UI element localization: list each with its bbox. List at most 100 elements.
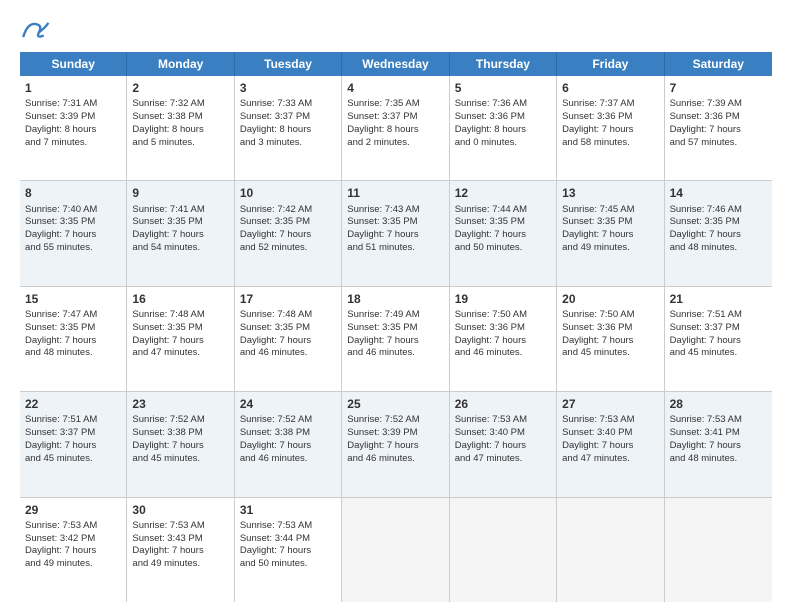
day-info-line-3: Daylight: 7 hours [25,440,121,453]
day-info-line-1: Sunrise: 7:32 AM [132,98,228,111]
day-number: 10 [240,185,336,201]
day-info-line-4: and 47 minutes. [132,347,228,360]
day-info-line-2: Sunset: 3:38 PM [132,111,228,124]
day-info-line-1: Sunrise: 7:51 AM [25,414,121,427]
calendar-day-2: 2Sunrise: 7:32 AMSunset: 3:38 PMDaylight… [127,76,234,180]
day-info-line-2: Sunset: 3:35 PM [25,216,121,229]
day-info-line-1: Sunrise: 7:53 AM [455,414,551,427]
day-info-line-4: and 48 minutes. [25,347,121,360]
day-info-line-3: Daylight: 7 hours [670,229,767,242]
day-info-line-3: Daylight: 7 hours [562,229,658,242]
day-info-line-2: Sunset: 3:35 PM [240,216,336,229]
calendar-day-empty [665,498,772,602]
day-info-line-4: and 0 minutes. [455,137,551,150]
day-info-line-4: and 50 minutes. [240,558,336,571]
day-number: 9 [132,185,228,201]
day-info-line-4: and 48 minutes. [670,453,767,466]
calendar-day-11: 11Sunrise: 7:43 AMSunset: 3:35 PMDayligh… [342,181,449,285]
day-info-line-2: Sunset: 3:42 PM [25,533,121,546]
day-info-line-3: Daylight: 7 hours [25,545,121,558]
day-number: 30 [132,502,228,518]
calendar-week-4: 22Sunrise: 7:51 AMSunset: 3:37 PMDayligh… [20,392,772,497]
day-info-line-4: and 46 minutes. [347,347,443,360]
day-number: 1 [25,80,121,96]
day-info-line-4: and 49 minutes. [132,558,228,571]
day-info-line-4: and 58 minutes. [562,137,658,150]
day-info-line-4: and 46 minutes. [240,453,336,466]
calendar-day-30: 30Sunrise: 7:53 AMSunset: 3:43 PMDayligh… [127,498,234,602]
day-info-line-3: Daylight: 7 hours [455,229,551,242]
day-info-line-2: Sunset: 3:37 PM [347,111,443,124]
day-info-line-1: Sunrise: 7:37 AM [562,98,658,111]
day-info-line-1: Sunrise: 7:52 AM [240,414,336,427]
calendar-day-15: 15Sunrise: 7:47 AMSunset: 3:35 PMDayligh… [20,287,127,391]
calendar-day-21: 21Sunrise: 7:51 AMSunset: 3:37 PMDayligh… [665,287,772,391]
day-info-line-1: Sunrise: 7:33 AM [240,98,336,111]
calendar-day-29: 29Sunrise: 7:53 AMSunset: 3:42 PMDayligh… [20,498,127,602]
day-info-line-2: Sunset: 3:36 PM [670,111,767,124]
day-info-line-3: Daylight: 8 hours [455,124,551,137]
day-info-line-4: and 46 minutes. [455,347,551,360]
day-info-line-3: Daylight: 7 hours [240,440,336,453]
calendar-day-4: 4Sunrise: 7:35 AMSunset: 3:37 PMDaylight… [342,76,449,180]
header-day-wednesday: Wednesday [342,52,449,76]
day-number: 4 [347,80,443,96]
day-info-line-4: and 55 minutes. [25,242,121,255]
day-info-line-2: Sunset: 3:37 PM [240,111,336,124]
day-info-line-2: Sunset: 3:36 PM [562,322,658,335]
calendar-day-20: 20Sunrise: 7:50 AMSunset: 3:36 PMDayligh… [557,287,664,391]
logo [20,18,54,42]
calendar-body: 1Sunrise: 7:31 AMSunset: 3:39 PMDaylight… [20,76,772,602]
day-info-line-1: Sunrise: 7:53 AM [132,520,228,533]
day-number: 20 [562,291,658,307]
day-info-line-1: Sunrise: 7:47 AM [25,309,121,322]
calendar-day-18: 18Sunrise: 7:49 AMSunset: 3:35 PMDayligh… [342,287,449,391]
day-info-line-1: Sunrise: 7:53 AM [25,520,121,533]
day-number: 26 [455,396,551,412]
header-day-tuesday: Tuesday [235,52,342,76]
day-number: 17 [240,291,336,307]
day-number: 16 [132,291,228,307]
day-info-line-2: Sunset: 3:35 PM [670,216,767,229]
day-info-line-3: Daylight: 7 hours [25,335,121,348]
day-info-line-4: and 46 minutes. [347,453,443,466]
day-info-line-4: and 54 minutes. [132,242,228,255]
day-info-line-3: Daylight: 7 hours [240,335,336,348]
day-info-line-2: Sunset: 3:38 PM [240,427,336,440]
day-info-line-4: and 7 minutes. [25,137,121,150]
day-info-line-3: Daylight: 8 hours [132,124,228,137]
day-info-line-2: Sunset: 3:35 PM [562,216,658,229]
day-info-line-1: Sunrise: 7:31 AM [25,98,121,111]
day-info-line-1: Sunrise: 7:46 AM [670,204,767,217]
calendar-day-13: 13Sunrise: 7:45 AMSunset: 3:35 PMDayligh… [557,181,664,285]
day-number: 14 [670,185,767,201]
calendar-week-2: 8Sunrise: 7:40 AMSunset: 3:35 PMDaylight… [20,181,772,286]
calendar-day-14: 14 Sunrise: 7:46 AMSunset: 3:35 PMDayligh… [665,181,772,285]
day-info-line-2: Sunset: 3:44 PM [240,533,336,546]
day-number: 22 [25,396,121,412]
day-info-line-1: Sunrise: 7:52 AM [132,414,228,427]
page: SundayMondayTuesdayWednesdayThursdayFrid… [0,0,792,612]
day-info-line-4: and 47 minutes. [455,453,551,466]
day-info-line-3: Daylight: 7 hours [455,335,551,348]
day-info-line-1: Sunrise: 7:43 AM [347,204,443,217]
day-info-line-1: Sunrise: 7:39 AM [670,98,767,111]
calendar-day-23: 23Sunrise: 7:52 AMSunset: 3:38 PMDayligh… [127,392,234,496]
day-number: 18 [347,291,443,307]
header-day-sunday: Sunday [20,52,127,76]
day-info-line-2: Sunset: 3:35 PM [25,322,121,335]
day-info-line-3: Daylight: 7 hours [132,335,228,348]
day-info-line-2: Sunset: 3:40 PM [562,427,658,440]
header-day-friday: Friday [557,52,664,76]
day-info-line-3: Daylight: 7 hours [670,124,767,137]
day-info-line-1: Sunrise: 7:44 AM [455,204,551,217]
day-info-line-3: Daylight: 7 hours [670,335,767,348]
day-info-line-4: and 2 minutes. [347,137,443,150]
day-info-line-3: Daylight: 7 hours [347,440,443,453]
day-number: 3 [240,80,336,96]
day-info-line-2: Sunset: 3:39 PM [347,427,443,440]
calendar-week-1: 1Sunrise: 7:31 AMSunset: 3:39 PMDaylight… [20,76,772,181]
day-number: 25 [347,396,443,412]
calendar: SundayMondayTuesdayWednesdayThursdayFrid… [20,52,772,602]
day-info-line-3: Daylight: 8 hours [347,124,443,137]
